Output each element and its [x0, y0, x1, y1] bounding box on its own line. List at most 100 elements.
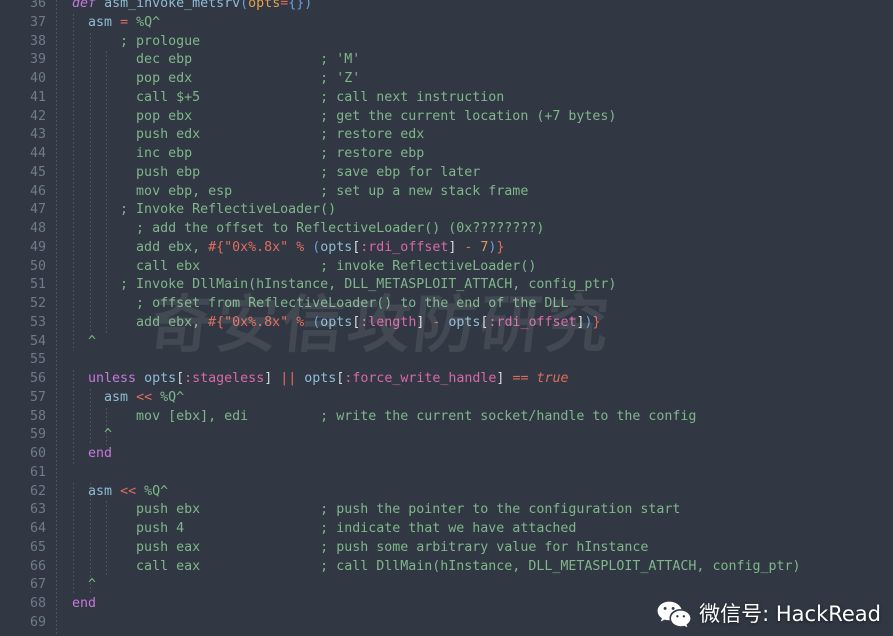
code-line[interactable]: add ebx, #{"0x%.8x" % (opts[:length] - o… [56, 314, 893, 333]
code-line[interactable]: push edx ; restore edx [56, 126, 893, 145]
code-line[interactable]: ; Invoke DllMain(hInstance, DLL_METASPLO… [56, 276, 893, 295]
code-line[interactable]: asm << %Q^ [56, 389, 893, 408]
token-str [288, 315, 296, 330]
token-op: || [280, 371, 297, 386]
line-number-gutter[interactable]: 36 37 38 39 40 41 42 43 44 45 46 47 48 49 50 51 52 53 54 55… [0, 0, 56, 636]
code-line[interactable]: unless opts[:stageless] || opts[:force_w… [56, 370, 893, 389]
code-line[interactable]: call ebx ; invoke ReflectiveLoader() [56, 258, 893, 277]
token-str: push ebx ; push the pointer to the confi… [56, 502, 681, 518]
code-line[interactable]: ; Invoke ReflectiveLoader() [56, 201, 893, 220]
token-var: opts [448, 314, 481, 330]
code-line[interactable]: ; prologue [56, 33, 893, 52]
code-line[interactable]: push ebp ; save ebp for later [56, 164, 893, 183]
code-editor[interactable]: 36 37 38 39 40 41 42 43 44 45 46 47 48 49 50 51 52 53 54 55… [0, 0, 893, 636]
token-kw: end [72, 596, 97, 611]
code-line[interactable]: pop ebx ; get the current location (+7 b… [56, 108, 893, 127]
token-fn: asm_invoke_metsrv [104, 0, 241, 11]
code-line[interactable]: push eax ; push some arbitrary value for… [56, 539, 893, 558]
line-number: 36 [29, 0, 46, 11]
token-lit: true [536, 371, 569, 386]
code-line[interactable]: push 4 ; indicate that we have attached [56, 520, 893, 539]
code-line[interactable]: push ebx ; push the pointer to the confi… [56, 501, 893, 520]
token-var: asm [104, 389, 129, 405]
code-line[interactable]: ^ [56, 576, 893, 595]
token-symb: :stageless [184, 371, 265, 386]
token-str: %Q^ [136, 14, 161, 30]
line-number: 49 [29, 239, 46, 255]
token-str: push ebp ; save ebp for later [56, 164, 481, 180]
token-pct: % [296, 314, 305, 330]
token-istr: "0x%.8x" [224, 314, 289, 330]
token-symb: :rdi_offset [360, 239, 449, 255]
token-kw: unless [88, 371, 137, 386]
line-number: 55 [29, 352, 46, 368]
line-number: 65 [29, 539, 46, 555]
token-interp: #{ [208, 239, 225, 255]
token-str: ^ [88, 333, 97, 349]
token-str: mov [ebx], edi ; write the current socke… [56, 408, 697, 424]
token-none [56, 427, 104, 442]
wechat-icon [657, 601, 691, 628]
line-number: 40 [29, 71, 46, 86]
line-number: 48 [29, 221, 46, 236]
code-line[interactable]: add ebx, #{"0x%.8x" % (opts[:rdi_offset]… [56, 239, 893, 258]
token-kw: end [88, 446, 113, 461]
line-number: 62 [29, 483, 46, 499]
code-line[interactable]: inc ebp ; restore ebp [56, 145, 893, 164]
line-number: 56 [29, 371, 46, 386]
code-line[interactable]: mov ebp, esp ; set up a new stack frame [56, 183, 893, 202]
code-line[interactable]: end [56, 445, 893, 464]
code-line[interactable]: asm << %Q^ [56, 483, 893, 502]
token-op: << [136, 389, 153, 405]
code-line[interactable]: mov [ebx], edi ; write the current socke… [56, 408, 893, 427]
code-line[interactable]: dec ebp ; 'M' [56, 51, 893, 70]
code-line[interactable]: pop edx ; 'Z' [56, 70, 893, 89]
line-number: 60 [29, 446, 46, 461]
line-number: 47 [29, 202, 46, 218]
token-str: ^ [88, 577, 97, 593]
token-brk: [ [176, 371, 185, 386]
token-op: == [512, 371, 529, 386]
code-line[interactable] [56, 464, 893, 483]
code-line[interactable]: call $+5 ; call next instruction [56, 89, 893, 108]
token-istr: "0x%.8x" [224, 239, 289, 255]
line-number: 54 [29, 333, 46, 349]
token-none [112, 15, 120, 30]
line-number: 63 [29, 502, 46, 518]
token-str: push edx ; restore edx [56, 127, 425, 143]
token-str: call eax ; call DllMain(hInstance, DLL_M… [56, 558, 801, 574]
code-line[interactable]: asm = %Q^ [56, 14, 893, 33]
token-punc: ) [584, 314, 593, 330]
line-number: 59 [29, 427, 46, 443]
code-line[interactable]: ^ [56, 426, 893, 445]
line-number: 67 [29, 577, 46, 593]
token-str: ; add the offset to ReflectiveLoader() (… [56, 221, 545, 236]
token-str: add ebx, [56, 239, 209, 255]
token-str: ; offset from ReflectiveLoader() to the … [56, 296, 569, 311]
token-str [288, 240, 296, 255]
code-line[interactable]: call eax ; call DllMain(hInstance, DLL_M… [56, 558, 893, 577]
token-none [56, 334, 88, 349]
token-interp: } [496, 239, 505, 255]
token-str: %Q^ [144, 483, 169, 499]
line-number: 38 [29, 33, 46, 49]
token-none [96, 0, 104, 11]
token-interp: } [592, 314, 601, 330]
token-var: asm [88, 483, 113, 499]
token-none [56, 0, 72, 11]
code-line[interactable]: ; add the offset to ReflectiveLoader() (… [56, 220, 893, 239]
code-line[interactable]: ; offset from ReflectiveLoader() to the … [56, 295, 893, 314]
code-content[interactable]: def asm_invoke_metsrv(opts={}) asm = %Q^… [56, 0, 893, 636]
token-none [136, 371, 144, 386]
code-line[interactable] [56, 351, 893, 370]
line-number: 57 [29, 389, 46, 405]
line-number: 66 [29, 558, 46, 574]
token-str: call ebx ; invoke ReflectiveLoader() [56, 258, 537, 274]
token-str: mov ebp, esp ; set up a new stack frame [56, 183, 529, 199]
token-none [56, 577, 88, 592]
code-line[interactable]: def asm_invoke_metsrv(opts={}) [56, 0, 893, 14]
line-number: 51 [29, 277, 46, 293]
token-pct: % [296, 239, 305, 255]
code-line[interactable]: ^ [56, 333, 893, 352]
line-number: 61 [29, 464, 46, 480]
